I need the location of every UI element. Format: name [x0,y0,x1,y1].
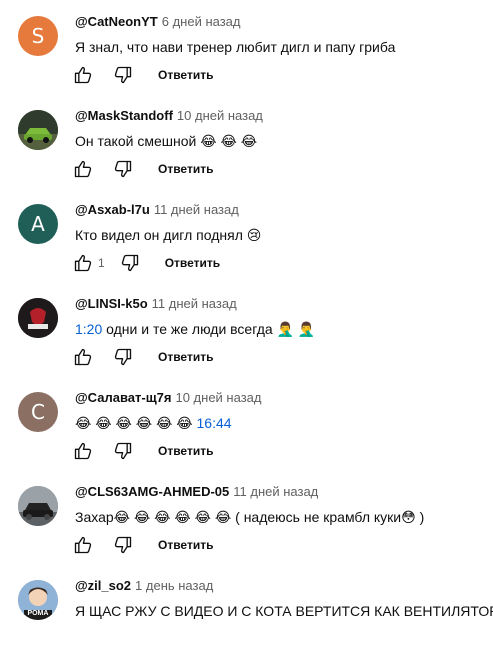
timestamp-link[interactable]: 1:20 [75,321,102,337]
comment-item: A @Asxab-l7u 11 дней назад Кто видел он д… [0,188,493,282]
avatar[interactable]: S [18,16,58,56]
avatar[interactable]: A [18,204,58,244]
comment-author[interactable]: @MaskStandoff [75,108,173,123]
comment-author[interactable]: @CatNeonYT [75,14,158,29]
avatar-letter: C [31,400,45,424]
green-car-photo-icon [18,110,58,150]
reply-button[interactable]: Ответить [158,444,213,458]
reply-button[interactable]: Ответить [158,538,213,552]
thumbs-down-icon[interactable] [119,252,141,274]
thumbs-down-icon[interactable] [112,158,134,180]
comment-text: Захар😂 😂 😂 😂 😂 😂 ( надеюсь не крамбл кук… [75,509,425,525]
comment-author[interactable]: @zil_so2 [75,578,131,593]
reply-button[interactable]: Ответить [158,68,213,82]
comment-time[interactable]: 11 дней назад [154,202,239,217]
thumbs-down-icon[interactable] [112,440,134,462]
comment-time[interactable]: 10 дней назад [175,390,261,405]
thumbs-up-icon[interactable] [72,252,94,274]
comment-text: 😂 😂 😂 😂 😂 😂 16:44 [75,413,232,433]
reply-button[interactable]: Ответить [158,162,213,176]
thumbs-down-icon[interactable] [112,64,134,86]
comment-item: S @CatNeonYT 6 дней назад Я знал, что нав… [0,0,493,94]
thumbs-up-icon[interactable] [72,534,94,556]
comment-text: Он такой смешной 😂 😂 😂 [75,133,258,149]
comment-time[interactable]: 11 дней назад [233,484,318,499]
comment-time[interactable]: 11 дней назад [152,296,237,311]
comment-text-body: одни и те же люди всегда 🤦‍♂️ 🤦‍♂️ [102,321,316,337]
comment-author[interactable]: @Asxab-l7u [75,202,150,217]
avatar[interactable] [18,298,58,338]
avatar[interactable] [18,486,58,526]
comment-author[interactable]: @LINSI-k5o [75,296,148,311]
comment-text: 1:20 одни и те же люди всегда 🤦‍♂️ 🤦‍♂️ [75,319,315,339]
avatar[interactable]: РОМА [18,580,58,620]
thumbs-down-icon[interactable] [112,534,134,556]
thumbs-up-icon[interactable] [72,64,94,86]
comment-item: РОМА @zil_so2 1 день назад Я ЩАС РЖУ С ВИ… [0,564,493,658]
like-count: 1 [98,256,105,270]
comment-item: @MaskStandoff 10 дней назад Он такой смеш… [0,94,493,188]
reply-button[interactable]: Ответить [165,256,220,270]
thumbs-up-icon[interactable] [72,440,94,462]
avatar-letter: S [31,24,45,48]
comment-author[interactable]: @CLS63AMG-AHMED-05 [75,484,229,499]
dark-logo-icon [18,298,58,338]
avatar[interactable]: C [18,392,58,432]
thumbs-up-icon[interactable] [72,158,94,180]
thumbs-down-icon[interactable] [112,346,134,368]
comment-text: Кто видел он дигл поднял 😢 [75,227,262,243]
car-photo-icon [18,486,58,526]
reply-button[interactable]: Ответить [158,350,213,364]
comment-time[interactable]: 1 день назад [135,578,213,593]
comment-text: Я ЩАС РЖУ С ВИДЕО И С КОТА ВЕРТИТСЯ КАК … [75,603,493,619]
comment-time[interactable]: 10 дней назад [177,108,263,123]
comment-text-body: 😂 😂 😂 😂 😂 😂 [75,415,197,431]
comment-item: @LINSI-k5o 11 дней назад 1:20 одни и те ж… [0,282,493,376]
avatar[interactable] [18,110,58,150]
comment-time[interactable]: 6 дней назад [162,14,241,29]
timestamp-link[interactable]: 16:44 [197,415,232,431]
comment-item: @CLS63AMG-AHMED-05 11 дней назад Захар😂 😂… [0,470,493,564]
avatar-letter: A [31,212,45,236]
comment-text: Я знал, что нави тренер любит дигл и пап… [75,39,396,55]
thumbs-up-icon[interactable] [72,346,94,368]
avatar-caption: РОМА [27,610,49,617]
comment-author[interactable]: @Салават-щ7я [75,390,171,405]
comment-item: C @Салават-щ7я 10 дней назад 😂 😂 😂 😂 😂 😂 … [0,376,493,470]
